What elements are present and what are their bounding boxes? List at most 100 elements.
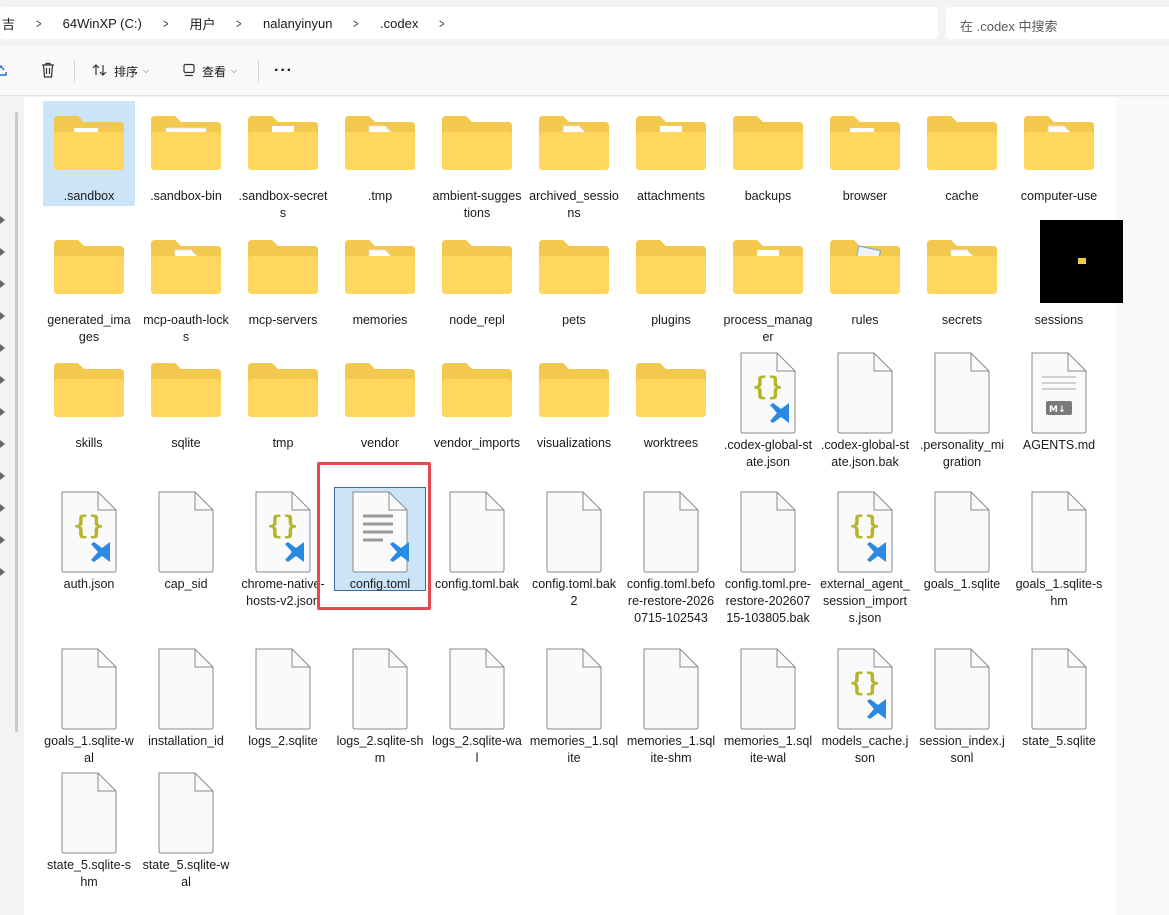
expand-arrow-icon[interactable] bbox=[0, 499, 6, 512]
folder-item[interactable]: worktrees bbox=[624, 347, 718, 452]
file-item[interactable]: goals_1.sqlite-wal bbox=[42, 643, 136, 767]
breadcrumb[interactable]: 吉 > 64WinXP (C:) > 用户 > nalanyinyun > .c… bbox=[0, 7, 938, 39]
expand-arrow-icon[interactable] bbox=[0, 211, 6, 224]
item-name-label: cache bbox=[945, 189, 979, 203]
file-item[interactable]: logs_2.sqlite-shm bbox=[333, 643, 427, 767]
chevron-right-icon[interactable]: > bbox=[342, 16, 370, 31]
breadcrumb-item-user[interactable]: nalanyinyun bbox=[259, 16, 336, 31]
file-item[interactable]: {} external_agent_session_imports.json bbox=[818, 486, 912, 627]
delete-button[interactable] bbox=[40, 46, 56, 96]
chevron-right-icon[interactable]: > bbox=[25, 16, 53, 31]
folder-item[interactable]: rules bbox=[818, 224, 912, 329]
folder-item[interactable]: cache bbox=[915, 100, 1009, 205]
folder-item[interactable]: .tmp bbox=[333, 100, 427, 205]
folder-item[interactable]: mcp-oauth-locks bbox=[139, 224, 233, 346]
expand-arrow-icon[interactable] bbox=[0, 243, 6, 256]
folder-item[interactable]: sqlite bbox=[139, 347, 233, 452]
folder-item[interactable]: mcp-servers bbox=[236, 224, 330, 329]
view-button[interactable]: 查看 ⌵ bbox=[182, 46, 237, 96]
folder-icon bbox=[915, 224, 1009, 314]
file-item[interactable]: goals_1.sqlite bbox=[915, 486, 1009, 593]
expand-arrow-icon[interactable] bbox=[0, 435, 6, 448]
folder-item[interactable]: sessions bbox=[1012, 220, 1123, 329]
file-item[interactable]: config.toml.bak bbox=[430, 486, 524, 593]
expand-arrow-icon[interactable] bbox=[0, 467, 6, 480]
breadcrumb-item-drive[interactable]: 64WinXP (C:) bbox=[59, 16, 146, 31]
breadcrumb-item-users[interactable]: 用户 bbox=[185, 14, 219, 33]
search-input[interactable]: 在 .codex 中搜索 bbox=[946, 7, 1169, 39]
file-item[interactable]: goals_1.sqlite-shm bbox=[1012, 486, 1106, 610]
folder-item[interactable]: plugins bbox=[624, 224, 718, 329]
expand-arrow-icon[interactable] bbox=[0, 531, 6, 544]
folder-item[interactable]: skills bbox=[42, 347, 136, 452]
item-name-label: .codex-global-state.json bbox=[723, 438, 813, 469]
sort-button[interactable]: 排序 ⌵ bbox=[92, 46, 149, 96]
folder-item[interactable]: vendor bbox=[333, 347, 427, 452]
file-item[interactable]: memories_1.sqlite-wal bbox=[721, 643, 815, 767]
item-name-label: auth.json bbox=[63, 577, 115, 591]
file-item[interactable]: state_5.sqlite-shm bbox=[42, 767, 136, 891]
folder-item[interactable]: .sandbox-bin bbox=[139, 100, 233, 205]
expand-arrow-icon[interactable] bbox=[0, 371, 6, 384]
chevron-right-icon[interactable]: > bbox=[225, 16, 253, 31]
chevron-right-icon[interactable]: > bbox=[152, 16, 180, 31]
trash-icon bbox=[40, 62, 56, 81]
folder-item[interactable]: .sandbox bbox=[42, 100, 136, 205]
expand-arrow-icon[interactable] bbox=[0, 307, 6, 320]
file-item[interactable]: .personality_migration bbox=[915, 347, 1009, 471]
more-options-button[interactable]: ··· bbox=[274, 46, 293, 96]
expand-arrow-icon[interactable] bbox=[0, 339, 6, 352]
folder-item[interactable]: visualizations bbox=[527, 347, 621, 452]
folder-item[interactable]: browser bbox=[818, 100, 912, 205]
item-name-label: installation_id bbox=[148, 734, 224, 748]
file-item[interactable]: config.toml.bak2 bbox=[527, 486, 621, 610]
folder-icon bbox=[236, 347, 330, 437]
folder-icon bbox=[430, 100, 524, 190]
item-name-label: tmp bbox=[272, 436, 294, 450]
folder-item[interactable]: generated_images bbox=[42, 224, 136, 346]
chevron-right-icon[interactable]: > bbox=[428, 16, 456, 31]
folder-item[interactable]: vendor_imports bbox=[430, 347, 524, 452]
item-name-label: pets bbox=[562, 313, 586, 327]
file-icon bbox=[333, 643, 427, 735]
expand-arrow-icon[interactable] bbox=[0, 563, 6, 576]
file-item[interactable]: {} auth.json bbox=[42, 486, 136, 593]
folder-item[interactable]: ambient-suggestions bbox=[430, 100, 524, 222]
folder-item[interactable]: secrets bbox=[915, 224, 1009, 329]
folder-item[interactable]: computer-use bbox=[1012, 100, 1106, 205]
folder-item[interactable]: archived_sessions bbox=[527, 100, 621, 222]
folder-item[interactable]: backups bbox=[721, 100, 815, 205]
folder-item[interactable]: pets bbox=[527, 224, 621, 329]
file-item[interactable]: state_5.sqlite bbox=[1012, 643, 1106, 750]
file-item[interactable]: config.toml.before-restore-20260715-1025… bbox=[624, 486, 718, 627]
file-item[interactable]: memories_1.sqlite-shm bbox=[624, 643, 718, 767]
navigation-scrollbar[interactable] bbox=[15, 112, 18, 732]
file-item[interactable]: memories_1.sqlite bbox=[527, 643, 621, 767]
expand-arrow-icon[interactable] bbox=[0, 275, 6, 288]
file-item[interactable]: {} models_cache.json bbox=[818, 643, 912, 767]
folder-item[interactable]: {} .sandbox-secrets bbox=[236, 100, 330, 222]
file-item[interactable]: {} chrome-native-hosts-v2.json bbox=[236, 486, 330, 610]
file-item[interactable]: M↓ AGENTS.md bbox=[1012, 347, 1106, 454]
file-item[interactable]: logs_2.sqlite-wal bbox=[430, 643, 524, 767]
file-item[interactable]: cap_sid bbox=[139, 486, 233, 593]
file-item[interactable]: {} .codex-global-state.json bbox=[721, 347, 815, 471]
share-button[interactable] bbox=[0, 46, 8, 96]
file-item[interactable]: installation_id bbox=[139, 643, 233, 750]
folder-item[interactable]: memories bbox=[333, 224, 427, 329]
folder-icon: {} bbox=[236, 100, 330, 190]
breadcrumb-item-root[interactable]: 吉 bbox=[0, 14, 19, 33]
folder-item[interactable]: {} attachments bbox=[624, 100, 718, 205]
breadcrumb-item-codex[interactable]: .codex bbox=[376, 16, 422, 31]
folder-item[interactable]: {} process_manager bbox=[721, 224, 815, 346]
file-item[interactable]: .codex-global-state.json.bak bbox=[818, 347, 912, 471]
folder-item[interactable]: tmp bbox=[236, 347, 330, 452]
file-item[interactable]: logs_2.sqlite bbox=[236, 643, 330, 750]
file-item[interactable]: state_5.sqlite-wal bbox=[139, 767, 233, 891]
expand-arrow-icon[interactable] bbox=[0, 403, 6, 416]
file-item[interactable]: config.toml.pre-restore-20260715-103805.… bbox=[721, 486, 815, 627]
item-name-label: logs_2.sqlite-shm bbox=[336, 734, 424, 765]
folder-item[interactable]: node_repl bbox=[430, 224, 524, 329]
file-item[interactable]: session_index.jsonl bbox=[915, 643, 1009, 767]
item-name-label: archived_sessions bbox=[529, 189, 619, 220]
